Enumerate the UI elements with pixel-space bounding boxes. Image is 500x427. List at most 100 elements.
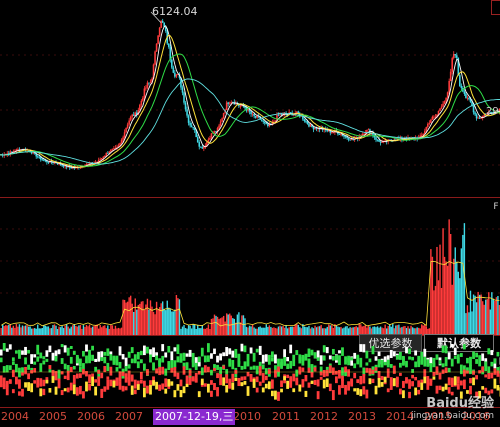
volume-bar bbox=[290, 327, 291, 335]
candle bbox=[215, 131, 217, 132]
indicator-bar bbox=[73, 351, 76, 355]
indicator-bar bbox=[256, 349, 259, 353]
indicator-bar bbox=[12, 361, 15, 365]
indicator-bar bbox=[393, 366, 396, 374]
watermark-title: Baidu经验 bbox=[411, 397, 494, 411]
volume-bar bbox=[54, 324, 55, 335]
indicator-bar bbox=[265, 376, 268, 380]
candle bbox=[139, 105, 141, 110]
indicator-bar bbox=[448, 368, 451, 372]
indicator-bar bbox=[27, 373, 30, 379]
indicator-bar bbox=[122, 386, 125, 392]
indicator-bar bbox=[55, 387, 58, 395]
indicator-bar bbox=[241, 377, 244, 381]
right-price-label: 29 bbox=[486, 106, 500, 117]
indicator-bar bbox=[417, 380, 420, 387]
indicator-bar bbox=[225, 374, 228, 383]
candle bbox=[427, 124, 429, 127]
indicator-bar bbox=[463, 344, 466, 349]
volume-bar bbox=[288, 327, 289, 335]
volume-bar bbox=[141, 302, 142, 335]
candle bbox=[433, 117, 435, 118]
indicator-bar bbox=[338, 385, 341, 395]
volume-bar bbox=[68, 327, 69, 335]
indicator-bar bbox=[356, 388, 359, 395]
indicator-bar bbox=[15, 350, 18, 353]
candle bbox=[198, 142, 200, 147]
indicator-bar bbox=[466, 358, 469, 363]
volume-bar bbox=[308, 326, 309, 335]
indicator-bar bbox=[213, 383, 216, 390]
candle bbox=[218, 126, 220, 129]
indicator-bar bbox=[457, 377, 460, 384]
volume-bar bbox=[183, 325, 184, 335]
candle bbox=[439, 108, 441, 111]
volume-bar bbox=[253, 327, 254, 335]
indicator-bar bbox=[52, 353, 55, 361]
volume-bar bbox=[177, 298, 178, 335]
indicator-bar bbox=[91, 355, 94, 361]
volume-bar bbox=[89, 325, 90, 335]
indicator-bar bbox=[70, 346, 73, 349]
indicator-bar bbox=[21, 373, 24, 376]
indicator-bar bbox=[39, 353, 42, 359]
candle bbox=[448, 81, 450, 92]
indicator-bar bbox=[347, 381, 350, 390]
indicator-bar bbox=[27, 382, 30, 391]
candle bbox=[442, 104, 444, 107]
candle bbox=[447, 92, 449, 97]
indicator-bar bbox=[241, 366, 244, 370]
volume-bar bbox=[192, 324, 193, 335]
volume-bar bbox=[182, 327, 183, 335]
candle bbox=[454, 54, 456, 55]
volume-bar bbox=[452, 285, 453, 335]
volume-bar bbox=[212, 318, 213, 335]
indicator-bar bbox=[433, 363, 436, 367]
candle bbox=[37, 156, 39, 157]
indicator-bar bbox=[262, 373, 265, 383]
indicator-bar bbox=[493, 359, 496, 364]
indicator-bar bbox=[210, 380, 213, 385]
volume-bar bbox=[269, 325, 270, 335]
indicator-bar bbox=[109, 354, 112, 360]
volume-bar bbox=[22, 325, 23, 335]
volume-bar bbox=[339, 327, 340, 335]
candle bbox=[269, 124, 271, 126]
volume-bar bbox=[116, 328, 117, 335]
indicator-bar bbox=[396, 355, 399, 360]
price-chart-panel[interactable]: 6124.04 29 bbox=[0, 0, 500, 197]
volume-bar bbox=[229, 314, 230, 335]
volume-bar bbox=[75, 326, 76, 335]
indicator-bar bbox=[478, 355, 481, 360]
volume-bar bbox=[281, 326, 282, 335]
volume-chart-panel[interactable]: F bbox=[0, 199, 500, 335]
volume-bar bbox=[215, 316, 216, 335]
indicator-bar bbox=[472, 351, 475, 358]
volume-bar bbox=[147, 299, 148, 335]
indicator-bar bbox=[375, 367, 378, 371]
indicator-bar bbox=[201, 367, 204, 375]
indicator-bar bbox=[411, 381, 414, 386]
volume-bar bbox=[330, 325, 331, 335]
indicator-bar bbox=[372, 379, 375, 383]
volume-bar bbox=[319, 326, 320, 335]
indicator-bar bbox=[170, 351, 173, 360]
candle bbox=[465, 94, 467, 98]
watermark-url: jingyan.baidu.com bbox=[411, 411, 494, 421]
indicator-bar bbox=[55, 356, 58, 362]
volume-bar bbox=[153, 312, 154, 335]
volume-bar bbox=[220, 318, 221, 335]
volume-bar bbox=[296, 324, 297, 335]
indicator-bar bbox=[164, 352, 167, 357]
indicator-bar bbox=[353, 353, 356, 359]
indicator-bar bbox=[442, 363, 445, 367]
volume-bar bbox=[484, 305, 485, 335]
volume-bar bbox=[162, 301, 163, 335]
candle bbox=[174, 73, 176, 77]
indicator-bar bbox=[423, 357, 426, 367]
indicator-bar bbox=[451, 344, 454, 347]
volume-bar bbox=[95, 325, 96, 335]
indicator-bar bbox=[292, 388, 295, 392]
indicator-bar bbox=[314, 352, 317, 358]
indicator-bar bbox=[344, 356, 347, 364]
